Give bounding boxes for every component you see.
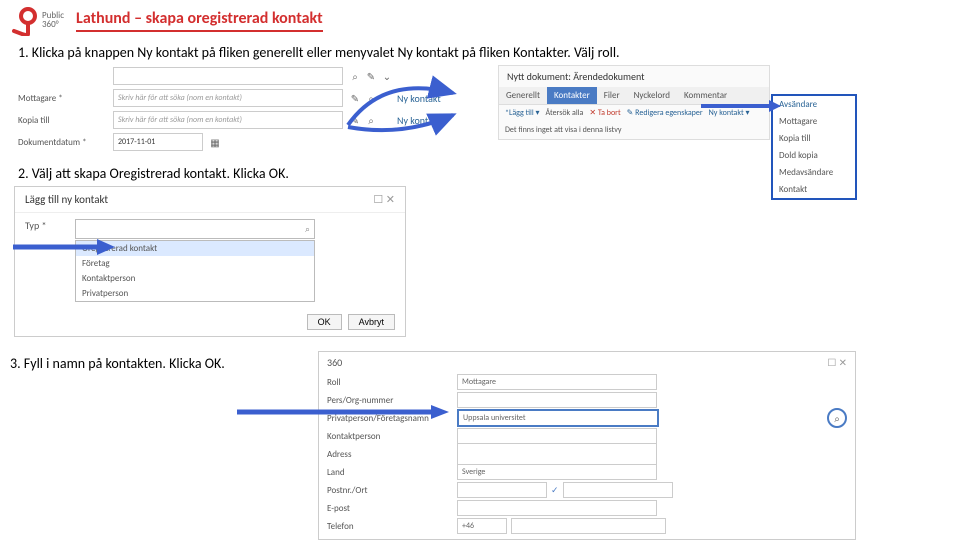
brand-360: 360 bbox=[327, 356, 342, 369]
search-icon[interactable]: ⌕ bbox=[365, 92, 377, 104]
label-kopia: Kopia till bbox=[18, 115, 113, 126]
tab-nyckelord[interactable]: Nyckelord bbox=[627, 87, 677, 104]
logo-icon bbox=[8, 4, 40, 36]
option-foretag[interactable]: Företag bbox=[76, 256, 314, 271]
menu-kontakt[interactable]: Kontakt bbox=[773, 181, 855, 198]
search-circle-icon[interactable]: ⌕ bbox=[827, 408, 847, 428]
kontaktperson-input[interactable] bbox=[457, 428, 657, 444]
typ-dropdown: Oregistrerad kontakt Företag Kontaktpers… bbox=[75, 240, 315, 302]
step-3: 3. Fyll i namn på kontakten. Klicka OK. bbox=[0, 351, 308, 376]
logo-text: Public 360° bbox=[42, 11, 64, 29]
ny-kontakt-button[interactable]: Ny kontakt ▾ bbox=[709, 108, 750, 118]
toolbar: *Lägg till ▾ Återsök alla ✕ Ta bort ✎ Re… bbox=[499, 105, 769, 121]
label-mottagare: Mottagare * bbox=[18, 93, 113, 104]
logo: Public 360° bbox=[8, 4, 64, 36]
label-roll: Roll bbox=[327, 377, 457, 388]
label-postnr: Postnr./Ort bbox=[327, 485, 457, 496]
telefon-prefix[interactable]: +46 bbox=[457, 518, 507, 534]
close-icon[interactable]: ☐ ✕ bbox=[373, 193, 395, 206]
tab-filer[interactable]: Filer bbox=[597, 87, 627, 104]
datum-input[interactable]: 2017-11-01 bbox=[113, 133, 203, 151]
label-typ: Typ * bbox=[25, 219, 75, 232]
figure-1a: ⌕ ✎ ⌄ Mottagare * Skriv här för att söka (… bbox=[18, 65, 478, 153]
dialog-title-text: Lägg till ny kontakt bbox=[25, 193, 108, 206]
tab-generellt[interactable]: Generellt bbox=[499, 87, 547, 104]
option-privatperson[interactable]: Privatperson bbox=[76, 286, 314, 301]
label-datum: Dokumentdatum * bbox=[18, 137, 113, 148]
search-icon: ⌕ bbox=[305, 224, 310, 235]
telefon-input[interactable] bbox=[511, 518, 666, 534]
menu-mottagare[interactable]: Mottagare bbox=[773, 113, 855, 130]
edit-icon[interactable]: ✎ bbox=[349, 114, 361, 126]
empty-state: Det finns inget att visa i denna listvy bbox=[499, 121, 769, 139]
label-adress: Adress bbox=[327, 449, 457, 460]
role-menu: Avsändare Mottagare Kopia till Dold kopi… bbox=[771, 94, 857, 200]
calendar-icon[interactable]: ▦ bbox=[209, 136, 221, 148]
land-input[interactable]: Sverige bbox=[457, 464, 657, 480]
label-namn: Privatperson/Företagsnamn * bbox=[327, 413, 457, 424]
figure-2: Lägg till ny kontakt ☐ ✕ Typ * ⌕ Oregist… bbox=[14, 186, 406, 337]
ny-kontakt-link[interactable]: Ny kontakt bbox=[397, 92, 441, 105]
search-icon[interactable]: ⌕ bbox=[349, 70, 361, 82]
ok-button[interactable]: OK bbox=[307, 314, 342, 330]
window-title: Nytt dokument: Ärendedokument bbox=[499, 66, 769, 87]
page-title: Lathund – skapa oregistrerad kontakt bbox=[76, 9, 323, 32]
window-controls[interactable]: ☐ ✕ bbox=[827, 356, 847, 369]
avbryt-button[interactable]: Avbryt bbox=[348, 314, 395, 330]
label-pers: Pers/Org-nummer bbox=[327, 395, 457, 406]
epost-input[interactable] bbox=[457, 500, 657, 516]
header: Public 360° Lathund – skapa oregistrerad… bbox=[0, 0, 960, 40]
mottagare-input[interactable]: Skriv här för att söka (nom en kontakt) bbox=[113, 89, 343, 107]
edit-icon[interactable]: ✎ bbox=[365, 70, 377, 82]
label-telefon: Telefon bbox=[327, 521, 457, 532]
label-land: Land bbox=[327, 467, 457, 478]
redigera-button[interactable]: ✎ Redigera egenskaper bbox=[627, 108, 703, 118]
dialog-title: Lägg till ny kontakt ☐ ✕ bbox=[15, 187, 405, 213]
kopia-input[interactable]: Skriv här för att söka (nom en kontakt) bbox=[113, 111, 343, 129]
input-field[interactable] bbox=[113, 67, 343, 85]
search-icon[interactable]: ⌕ bbox=[365, 114, 377, 126]
tab-kontakter[interactable]: Kontakter bbox=[547, 87, 597, 104]
menu-medavsandare[interactable]: Medavsändare bbox=[773, 164, 855, 181]
tab-kommentar[interactable]: Kommentar bbox=[677, 87, 734, 104]
pers-input[interactable] bbox=[457, 392, 657, 408]
ny-kontakt-link[interactable]: Ny kontakt bbox=[397, 114, 441, 127]
menu-kopia[interactable]: Kopia till bbox=[773, 130, 855, 147]
ort-input[interactable] bbox=[563, 482, 673, 498]
tabs: Generellt Kontakter Filer Nyckelord Komm… bbox=[499, 87, 769, 105]
tabort-button[interactable]: ✕ Ta bort bbox=[589, 108, 620, 118]
filter-icon[interactable]: ⌄ bbox=[381, 70, 393, 82]
lagg-till-button[interactable]: *Lägg till ▾ bbox=[505, 108, 540, 118]
edit-icon[interactable]: ✎ bbox=[349, 92, 361, 104]
figure-1b: Nytt dokument: Ärendedokument Generellt … bbox=[498, 65, 770, 140]
roll-input[interactable]: Mottagare bbox=[457, 374, 657, 390]
menu-avsandare[interactable]: Avsändare bbox=[773, 96, 855, 113]
toolbar-360: 360 ☐ ✕ bbox=[327, 356, 847, 373]
postnr-input[interactable] bbox=[457, 482, 547, 498]
aterok-button[interactable]: Återsök alla bbox=[546, 108, 584, 118]
adress-input[interactable] bbox=[457, 443, 657, 465]
option-oregistrerad[interactable]: Oregistrerad kontakt bbox=[76, 241, 314, 256]
step-1: 1. Klicka på knappen Ny kontakt på flike… bbox=[0, 40, 960, 65]
namn-input[interactable]: Uppsala universitet bbox=[457, 409, 659, 427]
label-kontaktperson: Kontaktperson bbox=[327, 431, 457, 442]
typ-select[interactable]: ⌕ bbox=[75, 219, 315, 239]
option-kontaktperson[interactable]: Kontaktperson bbox=[76, 271, 314, 286]
figure-3: 360 ☐ ✕ RollMottagare Pers/Org-nummer Pr… bbox=[318, 351, 856, 540]
label-epost: E-post bbox=[327, 503, 457, 514]
menu-doldkopia[interactable]: Dold kopia bbox=[773, 147, 855, 164]
